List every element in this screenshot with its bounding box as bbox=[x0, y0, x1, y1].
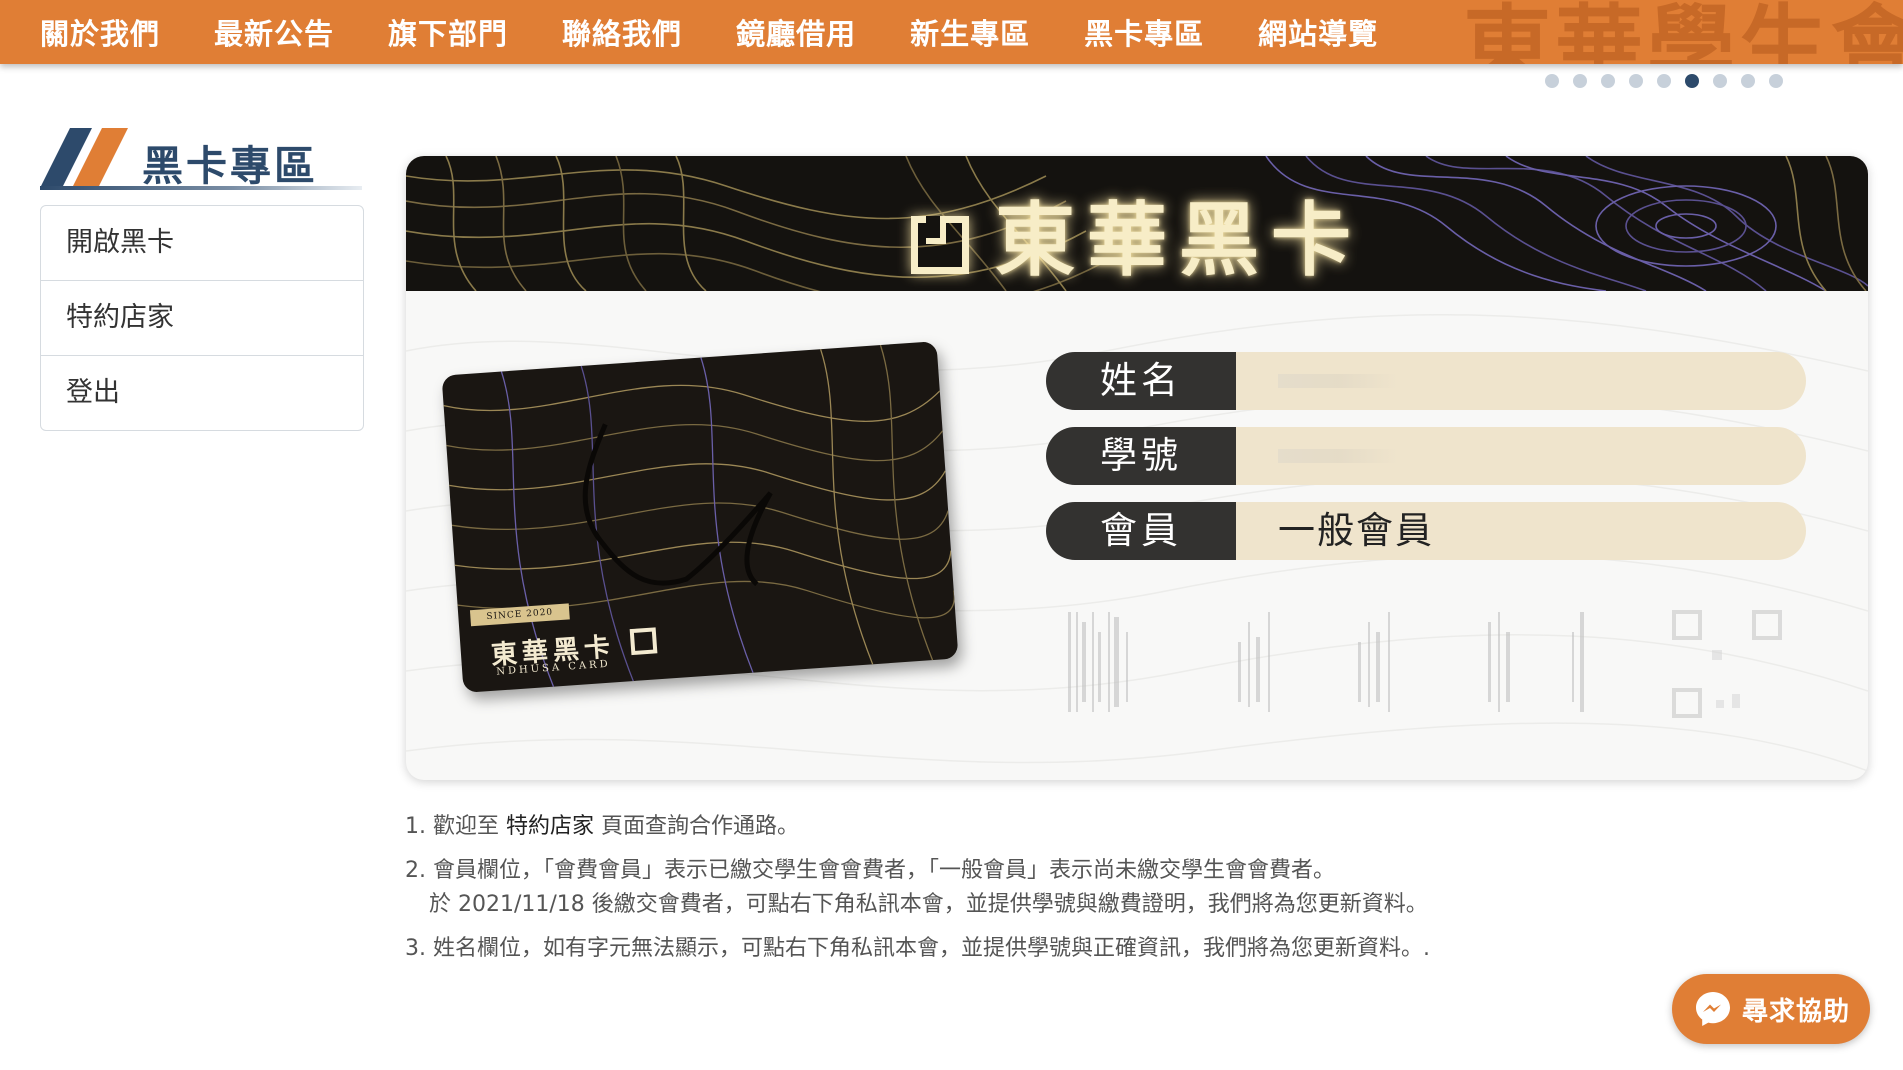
note-1-suffix: 頁面查詢合作通路。 bbox=[594, 814, 799, 839]
carousel-dot[interactable] bbox=[1573, 74, 1587, 88]
field-row-membership: 會員 一般會員 bbox=[1046, 502, 1806, 560]
carousel-dot[interactable] bbox=[1769, 74, 1783, 88]
carousel-dot[interactable] bbox=[1601, 74, 1615, 88]
brand-watermark: 東華學生會 bbox=[1462, 0, 1903, 64]
carousel-dot[interactable] bbox=[1741, 74, 1755, 88]
sidebar-item-open-card[interactable]: 開啟黑卡 bbox=[41, 206, 363, 281]
note-2: 2. 會員欄位，「會費會員」表示已繳交學生會會費者，「一般會員」表示尚未繳交學生… bbox=[405, 854, 1825, 922]
top-navigation-bar: 關於我們 最新公告 旗下部門 聯絡我們 鏡廳借用 新生專區 黑卡專區 網站導覽 … bbox=[0, 0, 1903, 64]
field-value-name bbox=[1236, 352, 1806, 410]
carousel-dot-active[interactable] bbox=[1685, 74, 1699, 88]
field-label-student-id: 學號 bbox=[1046, 427, 1236, 485]
carousel-dot[interactable] bbox=[1545, 74, 1559, 88]
card-header-title-text: 東華黑卡 bbox=[995, 193, 1363, 287]
stripes-logo-icon bbox=[40, 128, 128, 188]
note-2-line-1: 2. 會員欄位，「會費會員」表示已繳交學生會會費者，「一般會員」表示尚未繳交學生… bbox=[405, 858, 1335, 883]
carousel-dot[interactable] bbox=[1713, 74, 1727, 88]
field-value-student-id bbox=[1236, 427, 1806, 485]
nav-item-departments[interactable]: 旗下部門 bbox=[348, 11, 508, 53]
nav-item-freshman[interactable]: 新生專區 bbox=[870, 11, 1030, 53]
sidebar-title: 黑卡專區 bbox=[142, 142, 318, 190]
partner-stores-link[interactable]: 特約店家 bbox=[506, 814, 594, 839]
sidebar-item-partner-stores[interactable]: 特約店家 bbox=[41, 281, 363, 356]
field-label-name: 姓名 bbox=[1046, 352, 1236, 410]
note-3: 3. 姓名欄位，如有字元無法顯示，可點右下角私訊本會，並提供學號與正確資訊，我們… bbox=[405, 936, 1430, 961]
field-row-student-id: 學號 bbox=[1046, 427, 1806, 485]
field-label-membership: 會員 bbox=[1046, 502, 1236, 560]
sidebar-title-underline bbox=[40, 186, 362, 190]
sidebar-menu: 開啟黑卡 特約店家 登出 bbox=[40, 205, 364, 431]
sidebar-item-logout[interactable]: 登出 bbox=[41, 356, 363, 430]
messenger-icon bbox=[1696, 992, 1730, 1026]
card-logo-icon bbox=[629, 627, 658, 656]
nav-item-mirror-hall[interactable]: 鏡廳借用 bbox=[696, 11, 856, 53]
carousel-dot[interactable] bbox=[1657, 74, 1671, 88]
nav-item-sitemap[interactable]: 網站導覽 bbox=[1218, 11, 1378, 53]
card-header-title: 東華黑卡 bbox=[406, 176, 1868, 292]
field-row-name: 姓名 bbox=[1046, 352, 1806, 410]
nav-item-black-card[interactable]: 黑卡專區 bbox=[1044, 11, 1204, 53]
field-value-membership: 一般會員 bbox=[1236, 502, 1806, 560]
nav-item-about[interactable]: 關於我們 bbox=[0, 11, 160, 53]
sidebar-header: 黑卡專區 bbox=[40, 124, 362, 194]
black-card-image: SINCE 2020 東華黑卡 NDHUSA CARD bbox=[441, 341, 959, 693]
carousel-dots bbox=[1545, 74, 1783, 88]
qr-code-redacted bbox=[1672, 610, 1782, 718]
note-1-prefix: 1. 歡迎至 bbox=[405, 814, 506, 839]
help-button[interactable]: 尋求協助 bbox=[1672, 974, 1870, 1044]
note-2-line-2: 於 2021/11/18 後繳交會費者，可點右下角私訊本會，並提供學號與繳費證明… bbox=[429, 892, 1428, 917]
card-panel-header: 東華黑卡 bbox=[406, 156, 1868, 291]
note-1: 1. 歡迎至 特約店家 頁面查詢合作通路。 bbox=[405, 810, 1825, 844]
help-button-label: 尋求協助 bbox=[1742, 996, 1851, 1027]
ndhusa-logo-icon bbox=[911, 216, 969, 274]
barcode-redacted bbox=[1068, 612, 1584, 712]
nav-item-contact[interactable]: 聯絡我們 bbox=[522, 11, 682, 53]
notes-list: 1. 歡迎至 特約店家 頁面查詢合作通路。 2. 會員欄位，「會費會員」表示已繳… bbox=[405, 810, 1825, 976]
nav-items: 關於我們 最新公告 旗下部門 聯絡我們 鏡廳借用 新生專區 黑卡專區 網站導覽 bbox=[0, 0, 1392, 64]
carousel-dot[interactable] bbox=[1629, 74, 1643, 88]
nav-item-announcements[interactable]: 最新公告 bbox=[174, 11, 334, 53]
